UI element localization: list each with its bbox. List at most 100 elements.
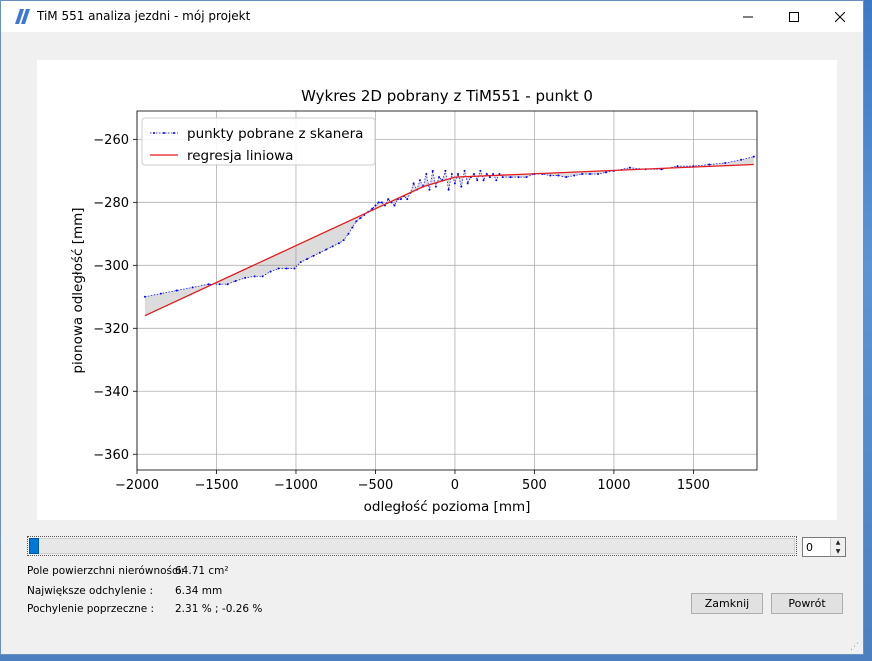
chevron-up-icon: ▲: [835, 539, 841, 546]
close-button[interactable]: Zamknij: [691, 593, 763, 614]
scanner-point: [517, 176, 520, 179]
scanner-point: [337, 242, 340, 245]
x-tick-label: −2000: [115, 478, 159, 493]
scanner-point: [444, 169, 447, 172]
y-tick-label: −280: [93, 196, 129, 211]
minimize-icon: [743, 16, 753, 17]
x-axis-label: odległość pozioma [mm]: [364, 499, 531, 515]
window-title: TiM 551 analiza jezdni - mój projekt: [37, 9, 251, 23]
spin-down-button[interactable]: ▼: [831, 547, 845, 556]
title-bar[interactable]: TiM 551 analiza jezdni - mój projekt: [1, 1, 863, 32]
scanner-point: [604, 171, 607, 174]
scanner-point: [143, 295, 146, 298]
scanner-point: [312, 254, 315, 257]
scanner-point: [377, 201, 380, 204]
scanner-point: [331, 245, 334, 248]
scanner-point: [740, 158, 743, 161]
scanner-point: [450, 172, 453, 175]
slider-groove[interactable]: [29, 538, 795, 554]
scanner-point: [355, 220, 358, 223]
scanner-point: [488, 176, 491, 179]
point-spinbox[interactable]: 0 ▲ ▼: [802, 537, 846, 557]
legend: punkty pobrane z skanera regresja liniowa: [141, 117, 376, 166]
scanner-point: [393, 204, 396, 207]
spinbox-value[interactable]: 0: [806, 541, 813, 554]
x-tick-label: 500: [522, 478, 547, 493]
y-tick-label: −260: [93, 133, 129, 148]
scanner-point: [501, 176, 504, 179]
y-tick-label: −340: [93, 385, 129, 400]
scanner-point: [482, 179, 485, 182]
close-window-button[interactable]: [817, 1, 863, 32]
slider-handle[interactable]: [29, 538, 39, 554]
back-button[interactable]: Powrót: [771, 593, 843, 614]
scanner-point: [325, 248, 328, 251]
scanner-point: [277, 267, 280, 270]
minimize-button[interactable]: [725, 1, 771, 32]
x-tick-label: 0: [451, 478, 459, 493]
scanner-point: [299, 261, 302, 264]
scanner-point: [597, 172, 600, 175]
spin-arrows[interactable]: ▲ ▼: [830, 538, 845, 556]
scanner-point: [525, 176, 528, 179]
chart-panel: −2000 −1500 −1000 −500 0 500 1000 1500 −260 −280 −…: [37, 60, 837, 520]
scanner-point: [425, 172, 428, 175]
scanner-point: [434, 185, 437, 188]
maximize-icon: [789, 11, 799, 22]
scanner-point: [191, 286, 194, 289]
scanner-point: [473, 172, 476, 175]
scanner-point: [234, 280, 237, 283]
scanner-point: [285, 267, 288, 270]
scanner-point: [399, 198, 402, 201]
scanner-point: [244, 276, 247, 279]
legend-scanner-marker: [173, 132, 175, 134]
scanner-point: [476, 179, 479, 182]
scanner-point: [509, 176, 512, 179]
legend-regression-label: regresja liniowa: [187, 148, 293, 164]
scanner-point: [351, 226, 354, 229]
legend-scanner-marker: [163, 132, 165, 134]
scanner-point: [453, 182, 456, 185]
legend-scanner-marker: [153, 132, 155, 134]
scanner-point: [347, 232, 350, 235]
scanner-point: [724, 161, 727, 164]
deviation-area: [144, 156, 754, 316]
maximize-button[interactable]: [771, 1, 817, 32]
scanner-point: [380, 201, 383, 204]
scanner-point: [218, 283, 221, 286]
scanner-point: [428, 188, 431, 191]
point-slider[interactable]: [27, 536, 797, 556]
scanner-point: [495, 179, 498, 182]
y-tick-label: −300: [93, 259, 129, 274]
deviation-value: 6.34 mm: [175, 585, 223, 597]
resize-grip-icon[interactable]: ⋰: [850, 642, 859, 652]
x-tick-label: −1500: [194, 478, 238, 493]
scanner-point: [492, 172, 495, 175]
scanner-point: [293, 267, 296, 270]
scanner-point: [253, 275, 256, 278]
scanner-point: [159, 292, 162, 295]
area-value: 64.71 cm²: [175, 565, 229, 577]
scanner-point: [359, 217, 362, 220]
scanner-point: [342, 239, 345, 242]
y-axis-label: pionowa odległość [mm]: [70, 207, 86, 373]
chart-title: Wykres 2D pobrany z TiM551 - punkt 0: [301, 87, 593, 105]
x-tick-label: 1000: [597, 478, 630, 493]
scanner-point: [412, 182, 415, 185]
app-window: TiM 551 analiza jezdni - mój projekt −20…: [0, 0, 864, 655]
scanner-point: [557, 174, 560, 177]
scanner-point: [406, 198, 409, 201]
legend-scanner-label: punkty pobrane z skanera: [187, 126, 363, 142]
scanner-point: [589, 172, 592, 175]
scanner-point: [485, 172, 488, 175]
x-tick-label: −1000: [274, 478, 318, 493]
scanner-point: [269, 270, 272, 273]
chevron-down-icon: ▼: [835, 548, 841, 555]
scanner-point: [318, 251, 321, 254]
scanner-point: [479, 169, 482, 172]
slope-label: Pochylenie poprzeczne :: [27, 603, 155, 615]
scanner-point: [676, 165, 679, 168]
slope-value: 2.31 % ; -0.26 %: [175, 603, 263, 615]
close-icon: [835, 11, 845, 22]
scanner-point: [306, 258, 309, 261]
